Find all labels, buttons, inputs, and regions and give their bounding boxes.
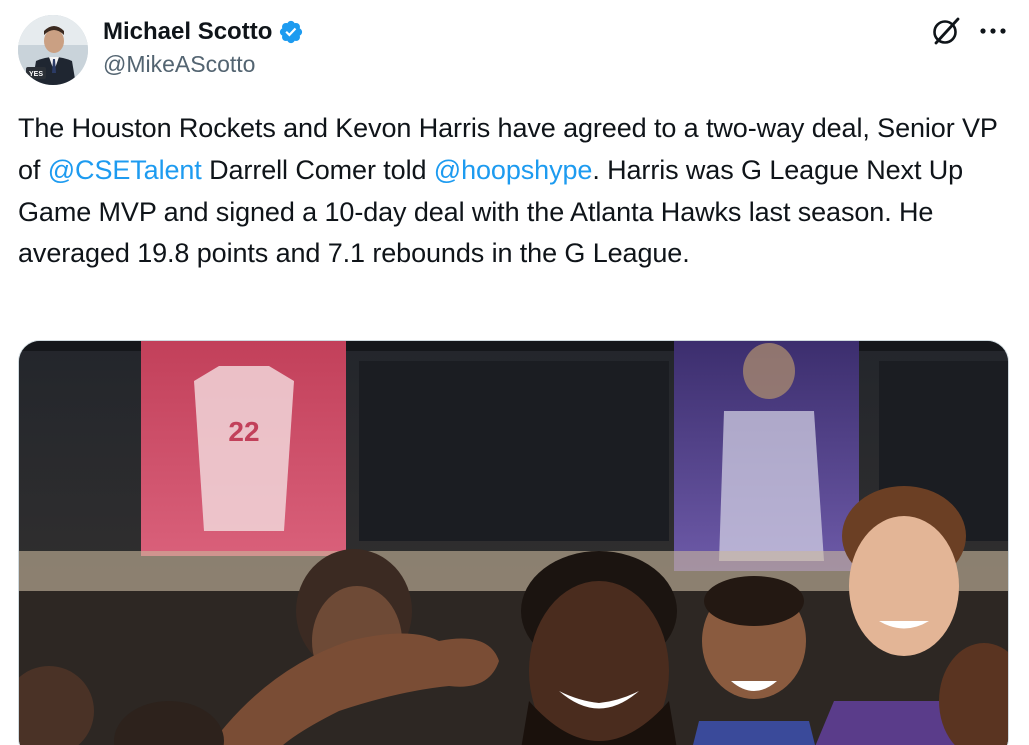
author-handle[interactable]: @MikeAScotto xyxy=(103,51,255,78)
author-display-name[interactable]: Michael Scotto xyxy=(103,18,272,46)
avatar-badge-text: YES xyxy=(29,71,43,78)
tweet-text-segment: Darrell Comer told xyxy=(201,154,434,185)
grok-icon[interactable] xyxy=(929,14,963,48)
verified-badge-icon[interactable] xyxy=(278,19,304,45)
mention-link-hoopshype[interactable]: @hoopshype xyxy=(434,155,593,185)
avatar-photo: YES xyxy=(18,15,88,85)
tweet-photo[interactable]: 22 xyxy=(18,340,1009,745)
author-avatar[interactable]: YES xyxy=(18,15,88,85)
more-options-icon[interactable] xyxy=(975,14,1011,48)
mention-link-csetalent[interactable]: @CSETalent xyxy=(48,155,202,185)
author-name-row: Michael Scotto xyxy=(103,16,304,48)
banner-number: 22 xyxy=(228,416,259,447)
tweet-text: The Houston Rockets and Kevon Harris hav… xyxy=(18,108,1008,275)
photo-illustration: 22 xyxy=(19,341,1008,745)
tweet-card: YES Michael Scotto @MikeAScotto The Hous… xyxy=(0,0,1029,745)
